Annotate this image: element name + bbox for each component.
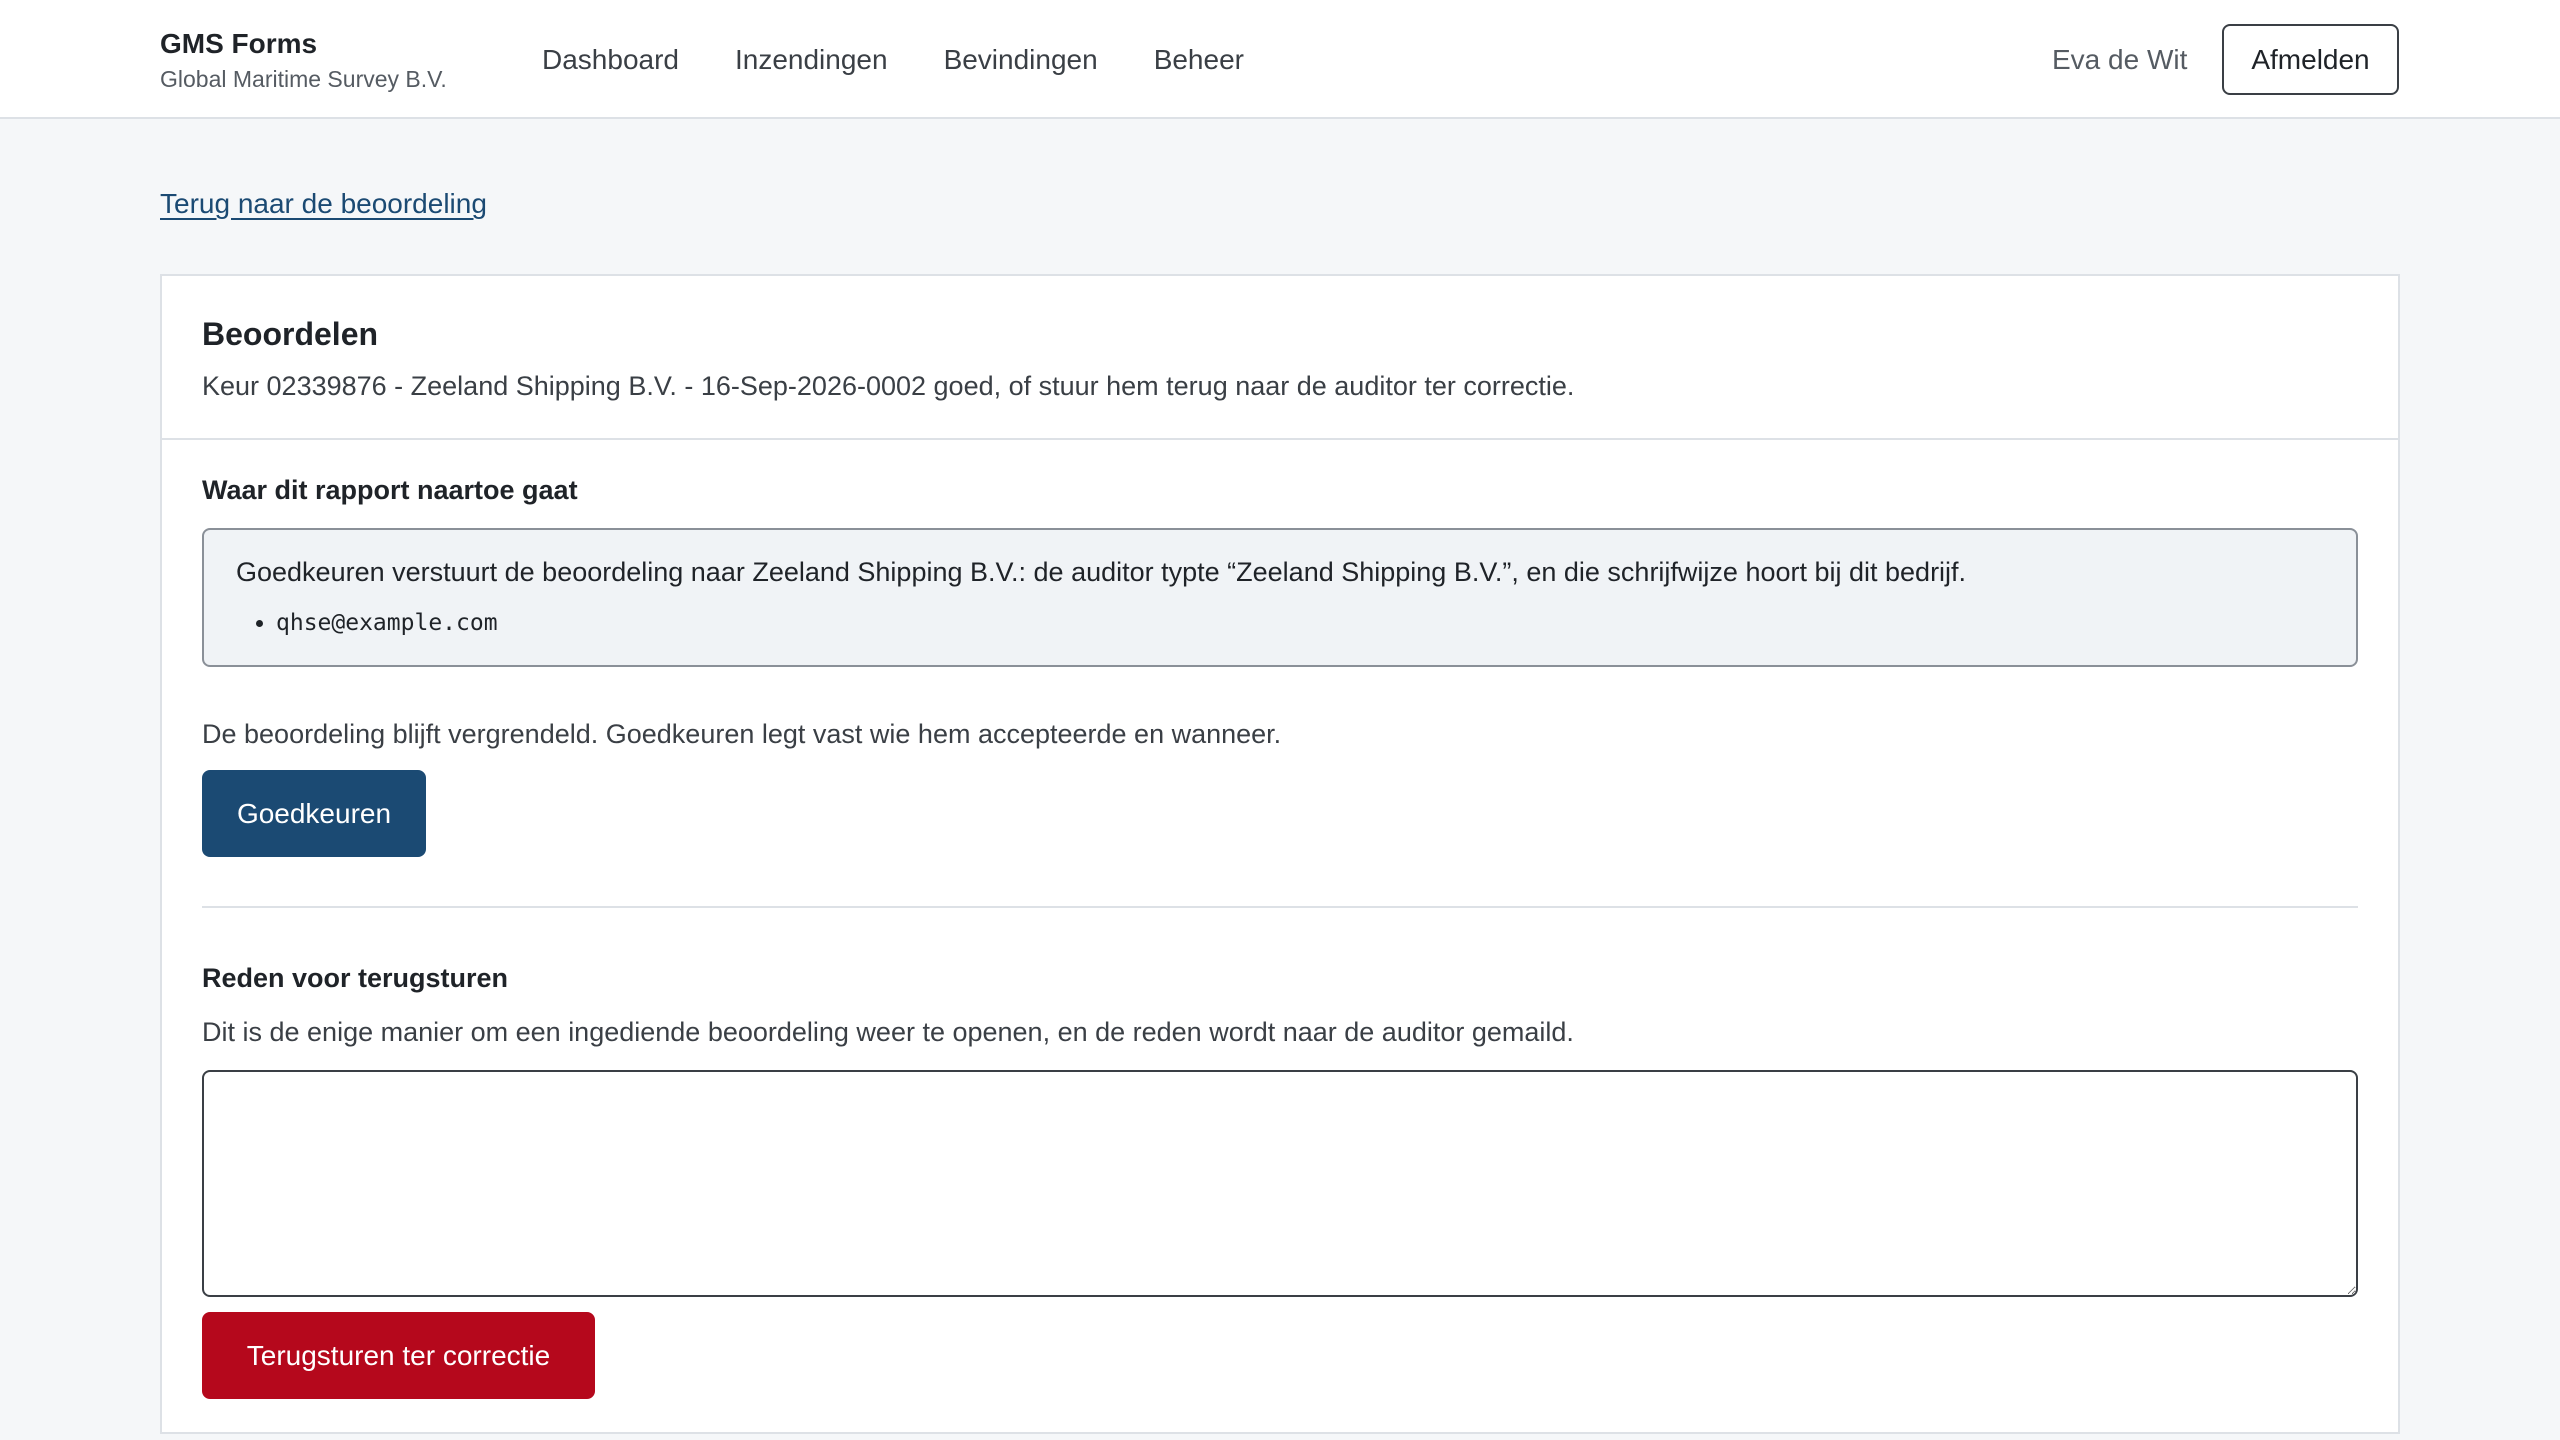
user-name: Eva de Wit — [2052, 44, 2188, 75]
main-nav: Dashboard Inzendingen Bevindingen Beheer — [542, 40, 1244, 80]
destination-text: Goedkeuren verstuurt de beoordeling naar… — [236, 557, 1967, 587]
review-card: Beoordelen Keur 02339876 - Zeeland Shipp… — [160, 274, 2400, 1434]
approve-note: De beoordeling blijft vergrendeld. Goedk… — [202, 719, 1282, 749]
nav-item-beheer[interactable]: Beheer — [1154, 40, 1244, 80]
return-for-correction-button[interactable]: Terugsturen ter correctie — [202, 1312, 595, 1399]
organization-name: Global Maritime Survey B.V. — [160, 66, 447, 92]
top-navigation-bar: GMS Forms Global Maritime Survey B.V. Da… — [0, 0, 2560, 119]
app-name: GMS Forms — [160, 28, 318, 59]
logout-button[interactable]: Afmelden — [2222, 24, 2399, 95]
return-reason-textarea[interactable] — [202, 1070, 2358, 1297]
recipient-list: qhse@example.com — [236, 606, 498, 640]
brand: GMS Forms Global Maritime Survey B.V. — [160, 26, 447, 94]
card-title: Beoordelen — [202, 316, 379, 352]
destination-heading: Waar dit rapport naartoe gaat — [202, 475, 578, 505]
card-description: Keur 02339876 - Zeeland Shipping B.V. - … — [202, 371, 1575, 401]
nav-item-bevindingen[interactable]: Bevindingen — [944, 40, 1098, 80]
card-header: Beoordelen Keur 02339876 - Zeeland Shipp… — [162, 276, 2398, 440]
nav-item-inzendingen[interactable]: Inzendingen — [735, 40, 888, 80]
recipient-email: qhse@example.com — [276, 606, 498, 640]
return-reason-heading: Reden voor terugsturen — [202, 963, 509, 993]
destination-info-box: Goedkeuren verstuurt de beoordeling naar… — [202, 528, 2358, 667]
back-to-review-link[interactable]: Terug naar de beoordeling — [160, 188, 487, 220]
return-reason-hint: Dit is de enige manier om een ingediende… — [202, 1017, 1574, 1047]
nav-item-dashboard[interactable]: Dashboard — [542, 40, 679, 80]
approve-button[interactable]: Goedkeuren — [202, 770, 426, 857]
section-divider — [202, 906, 2358, 908]
